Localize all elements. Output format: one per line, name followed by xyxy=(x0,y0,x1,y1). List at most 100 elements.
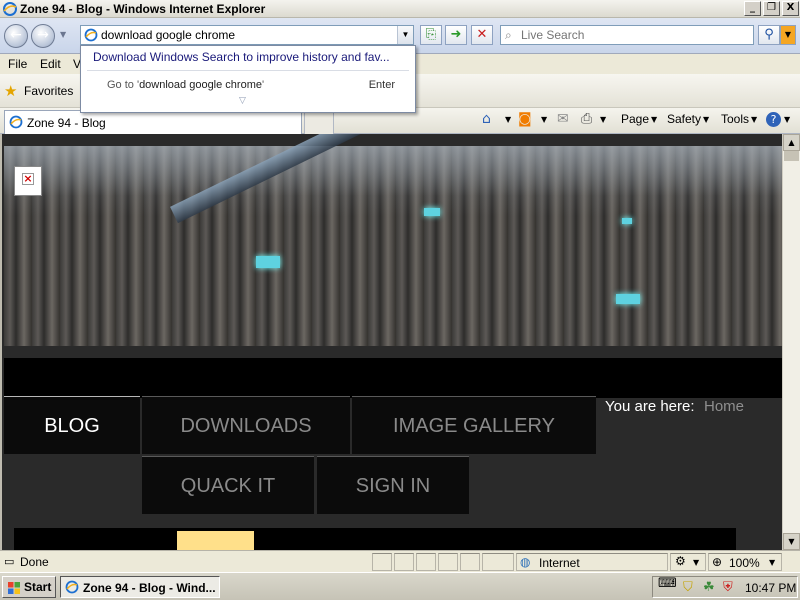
page-dropdown-icon[interactable]: ▼ xyxy=(651,115,657,124)
security-shield-icon[interactable]: ⛉ xyxy=(683,580,693,595)
scroll-thumb[interactable] xyxy=(784,151,799,161)
scroll-up-icon[interactable]: ▲ xyxy=(783,134,800,151)
new-tab-button[interactable] xyxy=(304,112,334,134)
minimize-button[interactable]: _ xyxy=(744,1,761,16)
security-zone[interactable]: ◍ Internet xyxy=(516,553,668,571)
feed-dropdown-icon[interactable]: ▼ xyxy=(541,115,547,124)
title-bar: Zone 94 - Blog - Windows Internet Explor… xyxy=(0,0,800,18)
search-options-icon[interactable]: ▼ xyxy=(780,25,796,45)
restore-button[interactable]: ❐ xyxy=(763,1,780,16)
goto-suggestion[interactable]: Go to 'download google chrome' xyxy=(107,79,264,91)
search-button[interactable]: ⚲ xyxy=(758,25,780,45)
status-segment xyxy=(394,553,414,571)
page-icon xyxy=(84,28,98,42)
address-autocomplete: Download Windows Search to improve histo… xyxy=(80,45,416,113)
stop-button[interactable]: ✕ xyxy=(471,25,493,45)
back-arrow-icon: ← xyxy=(10,27,22,43)
address-bar[interactable]: ▼ xyxy=(80,25,414,45)
status-text: Done xyxy=(20,555,49,569)
content-bar xyxy=(14,528,736,550)
safety-menu[interactable]: Safety xyxy=(667,112,701,126)
site-nav-band xyxy=(4,358,782,398)
vertical-scrollbar[interactable]: ▲ ▼ xyxy=(782,134,800,550)
read-mail-icon[interactable]: ✉ xyxy=(557,111,569,127)
highlight-block xyxy=(177,531,254,550)
safety-dropdown-icon[interactable]: ▼ xyxy=(703,115,709,124)
status-bar: ▭ Done ◍ Internet ⚙ ▼ ⊕ 100% ▼ xyxy=(0,550,800,572)
protected-mode-button[interactable]: ⚙ ▼ xyxy=(670,553,706,571)
print-dropdown-icon[interactable]: ▼ xyxy=(600,115,606,124)
print-icon[interactable]: ⎙ xyxy=(581,111,592,127)
goto-term: download google chrome xyxy=(139,79,262,91)
banner-light xyxy=(616,294,640,304)
broken-image-icon: × xyxy=(22,172,34,185)
favorites-button[interactable]: Favorites xyxy=(24,84,73,98)
breadcrumb-label: You are here: xyxy=(605,398,695,415)
window-title: Zone 94 - Blog - Windows Internet Explor… xyxy=(20,2,266,16)
start-label: Start xyxy=(24,580,52,594)
taskbar-item-ie[interactable]: Zone 94 - Blog - Wind... xyxy=(60,576,220,598)
address-dropdown-icon[interactable]: ▼ xyxy=(397,26,413,44)
system-tray: ⛉ ☘ ⛨ 10:47 PM xyxy=(652,576,798,598)
nav-image-gallery[interactable]: IMAGE GALLERY xyxy=(352,396,596,454)
go-button[interactable]: ➜ xyxy=(445,25,467,45)
recent-pages-icon[interactable]: ▼ xyxy=(60,30,66,39)
zoom-control[interactable]: ⊕ 100% ▼ xyxy=(708,553,782,571)
search-input[interactable] xyxy=(521,27,749,43)
broken-image-placeholder: × xyxy=(14,166,42,196)
tools-menu[interactable]: Tools xyxy=(721,112,749,126)
tab-label: Zone 94 - Blog xyxy=(27,116,106,130)
zoom-dropdown-icon: ▼ xyxy=(769,558,776,567)
nav-sign-in[interactable]: SIGN IN xyxy=(317,456,469,514)
network-tray-icon[interactable]: ☘ xyxy=(703,580,715,595)
close-button[interactable]: X xyxy=(782,1,799,16)
taskbar: Start Zone 94 - Blog - Wind... ⌨ ⛉ ☘ ⛨ 1… xyxy=(0,572,800,600)
antivirus-tray-icon[interactable]: ⛨ xyxy=(723,580,733,595)
globe-icon: ◍ xyxy=(520,555,531,569)
start-button[interactable]: Start xyxy=(2,576,56,598)
breadcrumb-home-link[interactable]: Home xyxy=(704,398,744,415)
ie-logo-icon xyxy=(3,2,17,16)
zone-label: Internet xyxy=(539,556,580,570)
windows-flag-icon xyxy=(8,582,20,594)
windows-search-suggestion[interactable]: Download Windows Search to improve histo… xyxy=(93,50,390,64)
compatibility-icon[interactable]: ⎘ xyxy=(420,25,442,45)
nav-quack-it[interactable]: QUACK IT xyxy=(142,456,314,514)
help-dropdown-icon[interactable]: ▼ xyxy=(784,115,790,124)
header-banner-image xyxy=(4,134,782,346)
favorites-star-icon[interactable]: ★ xyxy=(4,82,17,100)
status-page-icon: ▭ xyxy=(4,555,15,568)
go-arrow-icon: ➜ xyxy=(450,27,462,42)
nav-blog[interactable]: BLOG xyxy=(4,396,140,454)
page-viewport: × BLOG DOWNLOADS IMAGE GALLERY QUACK IT … xyxy=(0,134,800,550)
address-input[interactable] xyxy=(101,27,393,43)
magnifier-icon: ⚲ xyxy=(764,27,774,42)
rss-feed-icon[interactable]: ◙ xyxy=(518,111,532,127)
page-menu[interactable]: Page xyxy=(621,112,649,126)
help-icon[interactable]: ? xyxy=(766,112,781,127)
status-segment xyxy=(482,553,514,571)
banner-haze xyxy=(4,146,782,196)
nav-downloads[interactable]: DOWNLOADS xyxy=(142,396,350,454)
banner-light xyxy=(424,208,440,216)
goto-prefix: Go to ' xyxy=(107,79,140,91)
expand-chevron-icon[interactable]: ▽ xyxy=(239,96,246,106)
menu-file[interactable]: File xyxy=(8,57,27,71)
forward-button[interactable]: → xyxy=(31,24,55,48)
forward-arrow-icon: → xyxy=(37,27,49,43)
search-box[interactable]: ⌕ xyxy=(500,25,754,45)
home-icon[interactable]: ⌂ xyxy=(482,111,491,127)
zoom-level: 100% xyxy=(729,556,760,570)
back-button[interactable]: ← xyxy=(4,24,28,48)
protected-mode-icon: ⚙ xyxy=(675,554,686,568)
tools-dropdown-icon[interactable]: ▼ xyxy=(751,115,757,124)
home-dropdown-icon[interactable]: ▼ xyxy=(505,115,511,124)
enter-hint: Enter xyxy=(368,79,395,91)
status-segment xyxy=(416,553,436,571)
menu-edit[interactable]: Edit xyxy=(40,57,61,71)
protected-mode-dropdown-icon: ▼ xyxy=(693,558,700,567)
tab-zone94-blog[interactable]: Zone 94 - Blog xyxy=(4,110,302,134)
banner-light xyxy=(622,218,632,224)
scroll-down-icon[interactable]: ▼ xyxy=(783,533,800,550)
live-search-icon: ⌕ xyxy=(505,28,512,42)
